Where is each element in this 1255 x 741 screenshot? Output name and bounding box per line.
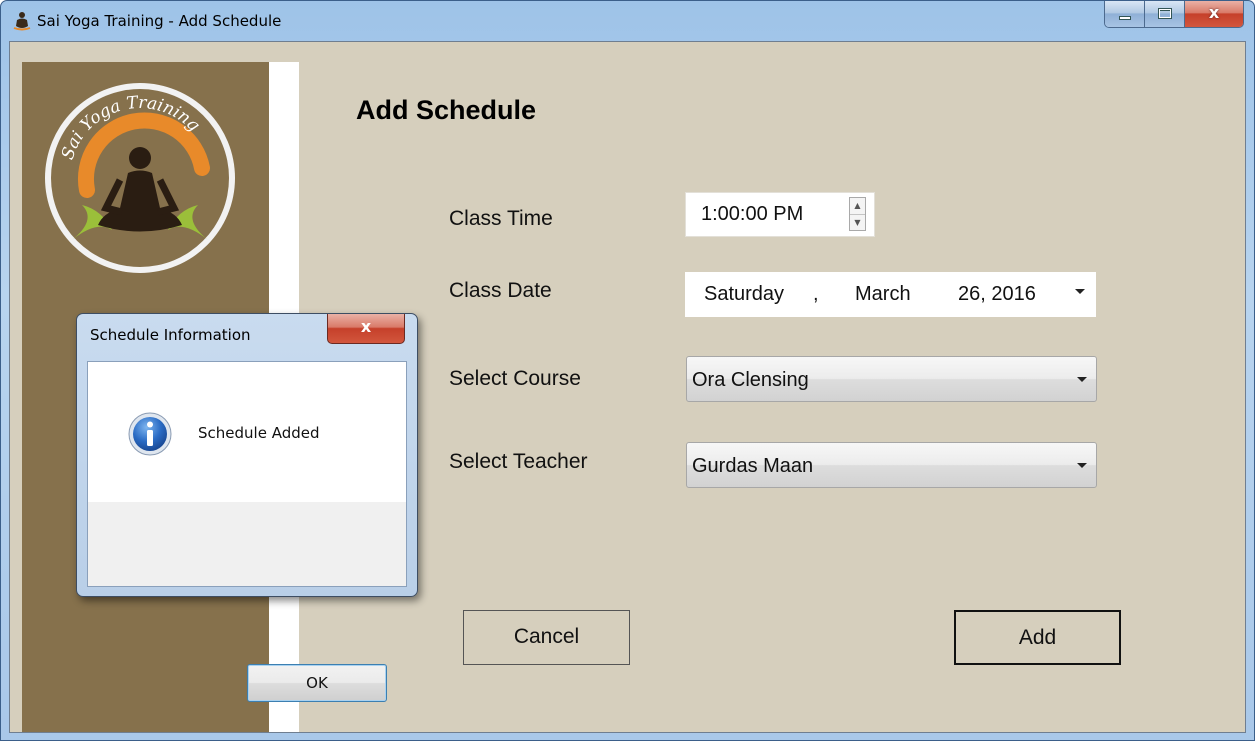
yoga-logo: Sai Yoga Training bbox=[45, 83, 235, 273]
dialog-title: Schedule Information bbox=[90, 326, 251, 344]
page-title: Add Schedule bbox=[356, 95, 537, 125]
chevron-down-icon[interactable] bbox=[1075, 289, 1085, 294]
dialog-message: Schedule Added bbox=[198, 424, 320, 442]
select-course-label: Select Course bbox=[449, 367, 581, 390]
course-select[interactable]: Ora Clensing bbox=[686, 356, 1097, 402]
dialog-close-button[interactable]: x bbox=[327, 314, 405, 344]
teacher-select-value: Gurdas Maan bbox=[692, 455, 814, 477]
date-weekday[interactable]: Saturday bbox=[704, 283, 784, 306]
class-time-value: 1:00:00 PM bbox=[701, 203, 804, 225]
add-button[interactable]: Add bbox=[954, 610, 1121, 665]
minimize-button[interactable] bbox=[1105, 1, 1145, 27]
maximize-icon bbox=[1158, 8, 1172, 19]
dialog-footer: OK bbox=[88, 502, 406, 702]
time-spinner[interactable]: ▲ ▼ bbox=[849, 197, 866, 231]
dialog-body: Schedule Added OK bbox=[87, 361, 407, 702]
class-date-picker[interactable]: Saturday , March 26, 2016 bbox=[685, 272, 1096, 317]
class-date-label: Class Date bbox=[449, 279, 552, 302]
schedule-info-dialog: Schedule Information x Schedule Added OK bbox=[76, 313, 418, 702]
class-time-label: Class Time bbox=[449, 207, 553, 230]
maximize-button[interactable] bbox=[1145, 1, 1185, 27]
info-icon bbox=[128, 412, 172, 456]
close-button[interactable]: x bbox=[1185, 1, 1243, 27]
spin-down-icon[interactable]: ▼ bbox=[850, 214, 865, 231]
date-month[interactable]: March bbox=[855, 283, 911, 306]
chevron-down-icon[interactable] bbox=[1077, 377, 1087, 382]
close-icon: x bbox=[1208, 3, 1220, 22]
teacher-select[interactable]: Gurdas Maan bbox=[686, 442, 1097, 488]
class-time-picker[interactable]: 1:00:00 PM ▲ ▼ bbox=[685, 192, 875, 237]
caption-buttons: x bbox=[1104, 1, 1244, 28]
course-select-value: Ora Clensing bbox=[692, 369, 809, 391]
ok-button[interactable]: OK bbox=[247, 664, 387, 702]
close-icon: x bbox=[360, 317, 372, 336]
window-title: Sai Yoga Training - Add Schedule bbox=[37, 12, 282, 30]
date-comma: , bbox=[813, 283, 819, 305]
app-icon bbox=[13, 12, 31, 31]
date-day-year[interactable]: 26, 2016 bbox=[958, 283, 1036, 306]
select-teacher-label: Select Teacher bbox=[449, 450, 588, 473]
cancel-button[interactable]: Cancel bbox=[463, 610, 630, 665]
chevron-down-icon[interactable] bbox=[1077, 463, 1087, 468]
title-bar[interactable]: Sai Yoga Training - Add Schedule x bbox=[1, 1, 1254, 41]
minimize-icon bbox=[1119, 16, 1131, 20]
spin-up-icon[interactable]: ▲ bbox=[850, 198, 865, 214]
